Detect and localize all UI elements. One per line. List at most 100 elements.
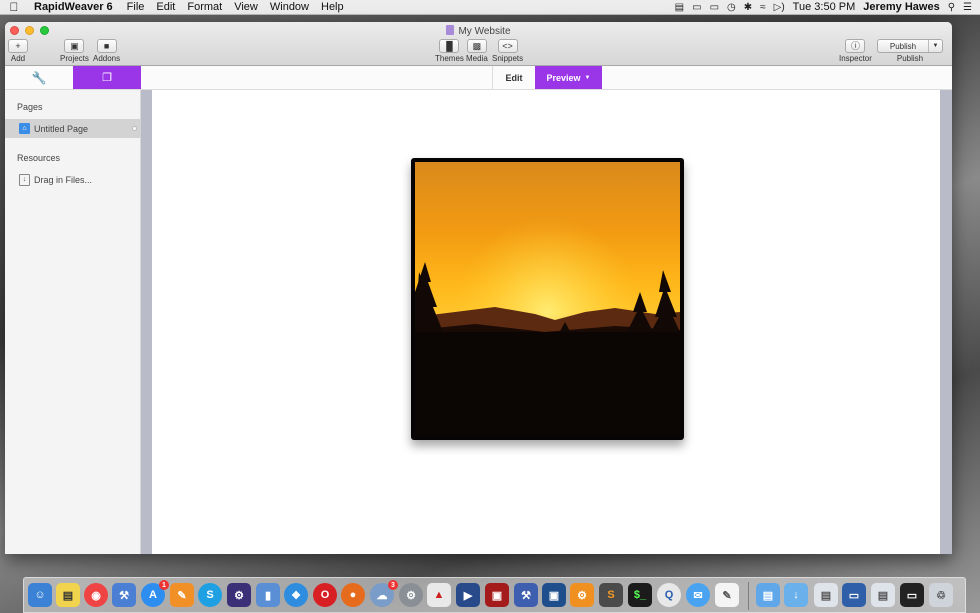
snippets-button[interactable]: <> Snippets: [492, 39, 523, 63]
sidebar-item-label: Drag in Files...: [34, 174, 93, 185]
cloud-icon[interactable]: ☁ 3: [370, 580, 398, 607]
menu-help[interactable]: Help: [315, 1, 350, 13]
chevron-down-icon[interactable]: ▼: [928, 40, 942, 52]
gear-icon[interactable]: ⚙: [570, 583, 594, 607]
screen-status-icon[interactable]: ▭: [692, 2, 701, 13]
menu-file[interactable]: File: [121, 1, 151, 13]
preview-gutter-left: [141, 90, 152, 554]
inspector-button[interactable]: ⓘ Inspector: [839, 39, 872, 63]
inspector-label: Inspector: [839, 54, 872, 63]
chevron-down-icon: ▼: [584, 74, 591, 81]
drag-file-icon: ↓: [19, 173, 30, 186]
plus-icon: +: [8, 39, 28, 53]
pages-app-icon[interactable]: ✎: [170, 583, 194, 607]
sidebar: Pages ⌂ Untitled Page Resources ↓ Drag i…: [5, 90, 141, 554]
menu-window[interactable]: Window: [264, 1, 315, 13]
wrench-icon: 🔧: [31, 70, 47, 85]
downloads-folder-icon[interactable]: ↓: [784, 583, 808, 607]
skype-icon[interactable]: S: [198, 583, 222, 607]
screenshot-stack-icon[interactable]: ▭: [842, 583, 866, 607]
menubar-clock[interactable]: Tue 3:50 PM: [793, 1, 856, 13]
dock-separator: [748, 582, 749, 610]
tab-tools[interactable]: 🔧: [5, 66, 73, 89]
menu-app-name[interactable]: RapidWeaver 6: [28, 1, 121, 13]
menubar-user[interactable]: Jeremy Hawes: [863, 1, 939, 13]
firefox-icon[interactable]: ●: [341, 583, 365, 607]
photo-booth-icon[interactable]: ▣: [485, 583, 509, 607]
media-label: Media: [466, 54, 488, 63]
puzzle-icon: ■: [96, 39, 117, 53]
add-label: Add: [10, 54, 26, 63]
tab-pages[interactable]: ❐: [73, 66, 141, 89]
menubar:  RapidWeaver 6 File Edit Format View Wi…: [0, 0, 980, 15]
instruments-icon[interactable]: ⚙: [227, 583, 251, 607]
sidebar-item-label: Untitled Page: [34, 123, 89, 134]
themes-button[interactable]: █ Themes: [435, 39, 464, 63]
applications-folder-icon[interactable]: ▤: [756, 583, 780, 607]
window-title-text: My Website: [458, 26, 511, 37]
xcode-icon[interactable]: ⚒: [112, 583, 136, 607]
quip-icon[interactable]: Q: [657, 583, 681, 607]
finder-icon[interactable]: ☺: [28, 583, 52, 607]
sidebar-item-drag-files[interactable]: ↓ Drag in Files...: [5, 170, 141, 189]
notification-center-icon[interactable]: ☰: [963, 2, 972, 13]
home-icon: ⌂: [19, 123, 30, 134]
chrome-icon[interactable]: ◉: [84, 583, 108, 607]
sublime-icon[interactable]: S: [599, 583, 623, 607]
safari-icon[interactable]: ❖: [284, 583, 308, 607]
keynote-icon[interactable]: ▲: [427, 583, 451, 607]
sunset-image: [415, 162, 680, 436]
imovie-icon[interactable]: ▶: [456, 583, 480, 607]
cloud-badge: 3: [388, 580, 398, 590]
wifi-icon[interactable]: ≈: [760, 2, 766, 13]
titlebar: My Website + Add ▣ Projects ■ Addons █ T…: [5, 22, 952, 66]
sunset-photo: [411, 158, 684, 440]
add-button[interactable]: + Add: [8, 39, 28, 63]
addons-button[interactable]: ■ Addons: [93, 39, 120, 63]
menu-edit[interactable]: Edit: [150, 1, 181, 13]
volume-icon[interactable]: ▷): [774, 2, 785, 13]
menu-format[interactable]: Format: [181, 1, 228, 13]
spotlight-icon[interactable]: ⚲: [948, 2, 955, 13]
trash-icon[interactable]: ♲: [929, 583, 953, 607]
dock: ☺ ▤ ◉ ⚒ A1 ✎ S ⚙ ▮ ❖ O ● ☁ 3 ⚙ ▲ ▶ ▣ ⚒ ▣ …: [23, 577, 966, 613]
resources-heading: Resources: [17, 153, 61, 163]
bluetooth-icon[interactable]: ✱: [744, 2, 752, 13]
info-icon: ⓘ: [845, 39, 866, 53]
airplay-icon[interactable]: ▭: [710, 2, 719, 13]
tab-edit[interactable]: Edit: [492, 66, 535, 89]
preview-gutter-right: [940, 90, 952, 554]
stickies-icon[interactable]: ▤: [56, 583, 80, 607]
tab-preview[interactable]: Preview ▼: [535, 66, 602, 89]
publish-control: Publish ▼ Publish: [877, 39, 943, 63]
publish-button[interactable]: Publish ▼: [877, 39, 943, 53]
app-store-badge: 1: [159, 580, 169, 590]
xcode-tools-icon[interactable]: ⚒: [514, 583, 538, 607]
sidebar-item-untitled-page[interactable]: ⌂ Untitled Page: [5, 119, 141, 138]
remote-icon[interactable]: ▣: [542, 583, 566, 607]
menu-view[interactable]: View: [228, 1, 264, 13]
preview-canvas[interactable]: [152, 90, 940, 554]
themes-label: Themes: [435, 54, 464, 63]
media-button[interactable]: ▩ Media: [466, 39, 488, 63]
files-stack-icon[interactable]: ▤: [871, 583, 895, 607]
terminal-icon[interactable]: $_: [628, 583, 652, 607]
apple-icon[interactable]: : [0, 0, 28, 14]
pages-icon: ❐: [102, 72, 112, 84]
textedit-icon[interactable]: ✎: [715, 583, 739, 607]
opera-icon[interactable]: O: [313, 583, 337, 607]
messages-icon[interactable]: ✉: [686, 583, 710, 607]
system-preferences-icon[interactable]: ⚙: [399, 583, 423, 607]
notes-status-icon[interactable]: ▤: [675, 2, 684, 13]
addons-label: Addons: [93, 54, 121, 63]
tab-preview-label: Preview: [546, 72, 581, 83]
app-store-icon[interactable]: A1: [141, 580, 169, 607]
migration-icon[interactable]: ▮: [256, 583, 280, 607]
display-stack-icon[interactable]: ▭: [900, 583, 924, 607]
tab-strip: 🔧 ❐ Edit Preview ▼: [5, 66, 952, 90]
document-stack-icon[interactable]: ▤: [814, 583, 838, 607]
time-machine-icon[interactable]: ◷: [727, 2, 736, 13]
unpublished-indicator: [132, 126, 137, 131]
pages-heading: Pages: [17, 102, 43, 112]
projects-button[interactable]: ▣ Projects: [60, 39, 89, 63]
